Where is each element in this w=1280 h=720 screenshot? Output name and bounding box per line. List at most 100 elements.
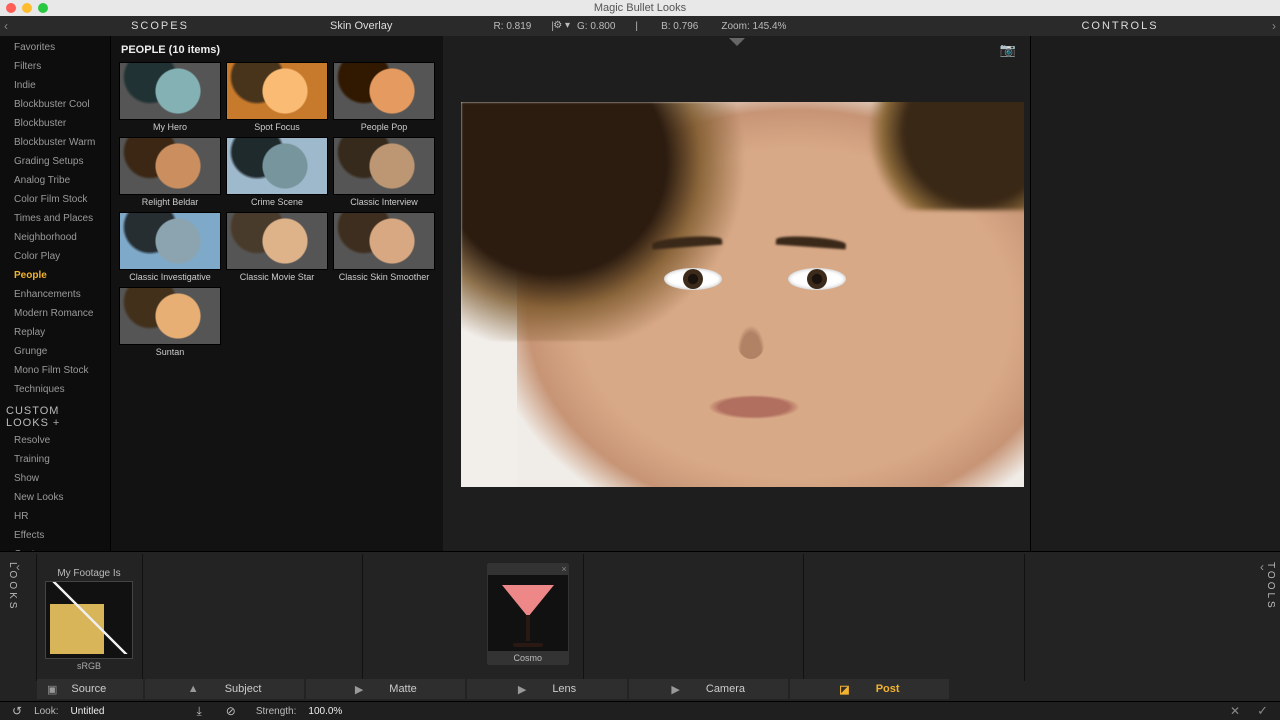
source-icon: ▣ <box>47 683 57 696</box>
category-indie[interactable]: Indie <box>0 76 110 95</box>
category-enhancements[interactable]: Enhancements <box>0 285 110 304</box>
category-filters[interactable]: Filters <box>0 57 110 76</box>
preset-label: Classic Interview <box>333 197 435 207</box>
custom-category-effects[interactable]: Effects <box>0 526 110 545</box>
stage-slot-subject[interactable] <box>142 554 362 681</box>
main-area: FavoritesFiltersIndieBlockbuster CoolBlo… <box>0 36 1280 551</box>
custom-category-resolve[interactable]: Resolve <box>0 431 110 450</box>
custom-looks-header: CUSTOM LOOKS+ <box>0 399 110 431</box>
strength-label: Strength: <box>256 706 297 717</box>
category-neighborhood[interactable]: Neighborhood <box>0 228 110 247</box>
custom-category-show[interactable]: Show <box>0 469 110 488</box>
category-people[interactable]: People <box>0 266 110 285</box>
stage-slot-lens[interactable]: × Cosmo <box>583 554 803 681</box>
strength-value[interactable]: 100.0% <box>308 706 342 717</box>
stage-lens[interactable]: ▶Lens <box>467 679 626 699</box>
matte-icon: ▶ <box>355 683 363 696</box>
stage-subject[interactable]: ▲Subject <box>145 679 304 699</box>
stage-slot-post[interactable] <box>1024 554 1244 681</box>
readout-r: R: 0.819 <box>494 21 532 32</box>
tools-drawer-chevron[interactable]: ‹ <box>1260 560 1264 574</box>
category-grading-setups[interactable]: Grading Setups <box>0 152 110 171</box>
preset-label: People Pop <box>333 122 435 132</box>
footage-title: My Footage Is <box>45 568 133 579</box>
remove-tool-icon[interactable]: × <box>562 564 567 574</box>
preset-suntan[interactable]: Suntan <box>119 287 221 357</box>
cancel-icon[interactable]: ✕ <box>1230 704 1240 718</box>
tool-label: Cosmo <box>487 653 569 663</box>
readout-b: B: 0.796 <box>661 21 698 32</box>
look-title: Skin Overlay <box>330 20 392 32</box>
post-icon: ◪ <box>839 683 849 696</box>
custom-category-hr[interactable]: HR <box>0 507 110 526</box>
category-blockbuster-cool[interactable]: Blockbuster Cool <box>0 95 110 114</box>
gear-icon[interactable]: ⚙ ▾ <box>553 20 570 31</box>
custom-category-training[interactable]: Training <box>0 450 110 469</box>
preset-people-pop[interactable]: People Pop <box>333 62 435 132</box>
add-custom-icon[interactable]: + <box>53 417 60 429</box>
stage-slot-camera[interactable] <box>803 554 1023 681</box>
preset-thumb <box>119 287 221 345</box>
tool-thumb <box>488 575 568 651</box>
camera-icon: ▶ <box>671 683 679 696</box>
category-techniques[interactable]: Techniques <box>0 380 110 399</box>
preset-classic-movie-star[interactable]: Classic Movie Star <box>226 212 328 282</box>
category-color-film-stock[interactable]: Color Film Stock <box>0 190 110 209</box>
preset-label: Relight Beldar <box>119 197 221 207</box>
snapshot-icon[interactable]: 📷 <box>1000 42 1016 58</box>
footage-profile-box[interactable]: My Footage Is sRGB <box>45 568 133 671</box>
category-times-and-places[interactable]: Times and Places <box>0 209 110 228</box>
presets-title: PEOPLE (10 items) <box>121 44 435 56</box>
category-modern-romance[interactable]: Modern Romance <box>0 304 110 323</box>
custom-category-new-looks[interactable]: New Looks <box>0 488 110 507</box>
preset-thumb <box>333 212 435 270</box>
category-replay[interactable]: Replay <box>0 323 110 342</box>
category-blockbuster[interactable]: Blockbuster <box>0 114 110 133</box>
preset-thumb <box>333 137 435 195</box>
tool-cosmo[interactable]: × Cosmo <box>486 562 570 666</box>
category-mono-film-stock[interactable]: Mono Film Stock <box>0 361 110 380</box>
preset-my-hero[interactable]: My Hero <box>119 62 221 132</box>
preview-image[interactable] <box>461 102 1024 487</box>
controls-collapse-chevron[interactable]: › <box>1272 19 1276 33</box>
window-title: Magic Bullet Looks <box>0 2 1280 14</box>
lens-icon: ▶ <box>518 683 526 696</box>
scopes-collapse-chevron[interactable]: ‹ <box>4 19 8 33</box>
preset-thumb <box>333 62 435 120</box>
look-label: Look: <box>34 706 58 717</box>
viewer-split-handle[interactable] <box>729 38 745 46</box>
accept-icon[interactable]: ✓ <box>1257 703 1268 719</box>
footage-curve-thumb <box>45 581 133 659</box>
look-name[interactable]: Untitled <box>71 706 105 717</box>
preset-label: Classic Skin Smoother <box>333 272 435 282</box>
looks-drawer-chevron[interactable]: ‹ <box>16 560 20 574</box>
category-analog-tribe[interactable]: Analog Tribe <box>0 171 110 190</box>
controls-panel <box>1030 36 1280 551</box>
readout-g: G: 0.800 <box>577 21 615 32</box>
stage-bar: ▣Source ▲Subject ▶Matte ▶Lens ▶Camera ◪P… <box>36 679 950 699</box>
category-blockbuster-warm[interactable]: Blockbuster Warm <box>0 133 110 152</box>
category-color-play[interactable]: Color Play <box>0 247 110 266</box>
stage-camera[interactable]: ▶Camera <box>629 679 788 699</box>
preset-classic-investigative[interactable]: Classic Investigative <box>119 212 221 282</box>
stage-matte[interactable]: ▶Matte <box>306 679 465 699</box>
mac-titlebar: Magic Bullet Looks <box>0 0 1280 16</box>
preset-classic-skin-smoother[interactable]: Classic Skin Smoother <box>333 212 435 282</box>
disable-icon[interactable]: ⊘ <box>226 704 236 718</box>
preset-relight-beldar[interactable]: Relight Beldar <box>119 137 221 207</box>
preset-spot-focus[interactable]: Spot Focus <box>226 62 328 132</box>
preset-crime-scene[interactable]: Crime Scene <box>226 137 328 207</box>
stage-post[interactable]: ◪Post <box>790 679 949 699</box>
category-grunge[interactable]: Grunge <box>0 342 110 361</box>
top-bar: ‹ SCOPES Skin Overlay ⚙ ▾ R: 0.819| G: 0… <box>0 16 1280 36</box>
preset-thumb <box>226 137 328 195</box>
stage-source[interactable]: ▣Source <box>37 679 143 699</box>
category-favorites[interactable]: Favorites <box>0 38 110 57</box>
preset-label: Suntan <box>119 347 221 357</box>
preset-label: Spot Focus <box>226 122 328 132</box>
preset-classic-interview[interactable]: Classic Interview <box>333 137 435 207</box>
save-look-icon[interactable]: ⤓ <box>196 704 201 719</box>
preset-thumb <box>119 62 221 120</box>
reset-icon[interactable]: ↺ <box>12 704 22 718</box>
tools-drawer-tab[interactable]: TOOLS <box>1262 562 1276 611</box>
